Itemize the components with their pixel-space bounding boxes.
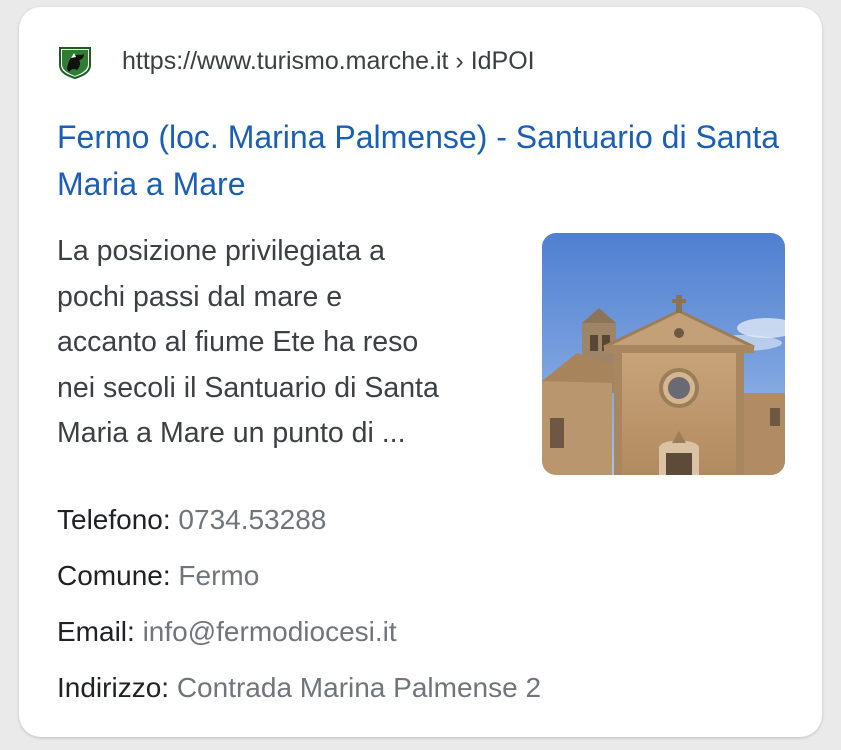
fact-email: Email: info@fermodiocesi.it xyxy=(57,611,797,667)
email-link[interactable]: info@fermodiocesi.it xyxy=(135,616,397,647)
result-url-breadcrumb[interactable]: https://www.turismo.marche.it › IdPOI xyxy=(122,44,535,78)
snippet-line: Maria a Mare un punto di ... xyxy=(57,417,406,449)
municipality-link[interactable]: Fermo xyxy=(171,560,259,591)
fact-address: Indirizzo: Contrada Marina Palmense 2 xyxy=(57,667,797,723)
result-snippet: La posizione privilegiata a pochi passi … xyxy=(57,229,517,457)
marche-region-logo-icon[interactable] xyxy=(57,45,93,80)
fact-label: Indirizzo: xyxy=(57,672,170,703)
address-link[interactable]: Contrada Marina Palmense 2 xyxy=(169,672,541,703)
snippet-line: La posizione privilegiata a xyxy=(57,235,385,267)
snippet-line: nei secoli il Santuario di Santa xyxy=(57,371,439,404)
result-title-link[interactable]: Fermo (loc. Marina Palmense) - Santuario… xyxy=(57,114,797,208)
church-facade-thumbnail[interactable] xyxy=(542,233,785,475)
fact-label: Email: xyxy=(57,616,135,647)
snippet-line: pochi passi dal mare e xyxy=(57,280,343,313)
knowledge-facts-list: Telefono: 0734.53288 Comune: Fermo Email… xyxy=(57,499,797,723)
snippet-line: accanto al fiume Ete ha reso xyxy=(57,326,419,358)
fact-municipality: Comune: Fermo xyxy=(57,555,797,611)
fact-phone: Telefono: 0734.53288 xyxy=(57,499,797,555)
phone-link[interactable]: 0734.53288 xyxy=(171,504,326,535)
fact-label: Comune: xyxy=(57,560,171,591)
fact-label: Telefono: xyxy=(57,504,171,535)
